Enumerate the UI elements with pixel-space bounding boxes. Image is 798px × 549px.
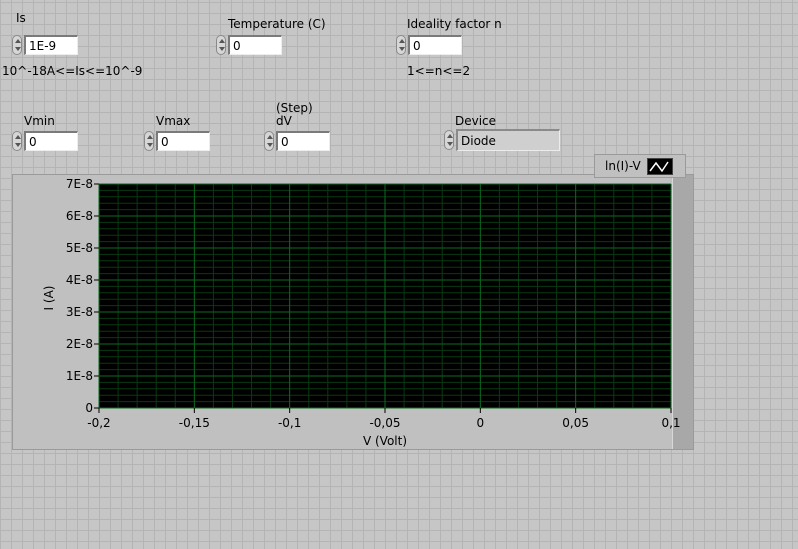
y-tick-label: 4E-8: [66, 273, 93, 287]
x-tick-label: -0,05: [369, 416, 400, 430]
y-tick-label: 1E-8: [66, 369, 93, 383]
labview-front-panel: { "controls": { "is": { "label": "Is", "…: [0, 0, 798, 549]
y-tick-label: 2E-8: [66, 337, 93, 351]
y-axis-label: I (A): [42, 286, 56, 311]
x-tick-label: 0,1: [661, 416, 680, 430]
x-tick-label: -0,1: [278, 416, 301, 430]
y-tick-label: 3E-8: [66, 305, 93, 319]
y-tick-label: 0: [85, 401, 93, 415]
x-tick-label: -0,2: [87, 416, 110, 430]
y-tick-label: 6E-8: [66, 209, 93, 223]
x-axis: -0,2 -0,15 -0,1 -0,05 0 0,05 0,1: [87, 408, 681, 430]
iv-chart[interactable]: -0,2 -0,15 -0,1 -0,05 0 0,05 0,1 0 1E-8 2E-8 3E-8…: [0, 0, 798, 549]
x-tick-label: -0,15: [179, 416, 210, 430]
y-tick-label: 5E-8: [66, 241, 93, 255]
x-tick-label: 0,05: [562, 416, 589, 430]
y-tick-label: 7E-8: [66, 177, 93, 191]
x-tick-label: 0: [477, 416, 485, 430]
x-axis-label: V (Volt): [363, 434, 407, 448]
y-axis: 0 1E-8 2E-8 3E-8 4E-8 5E-8 6E-8 7E-8: [66, 177, 99, 415]
